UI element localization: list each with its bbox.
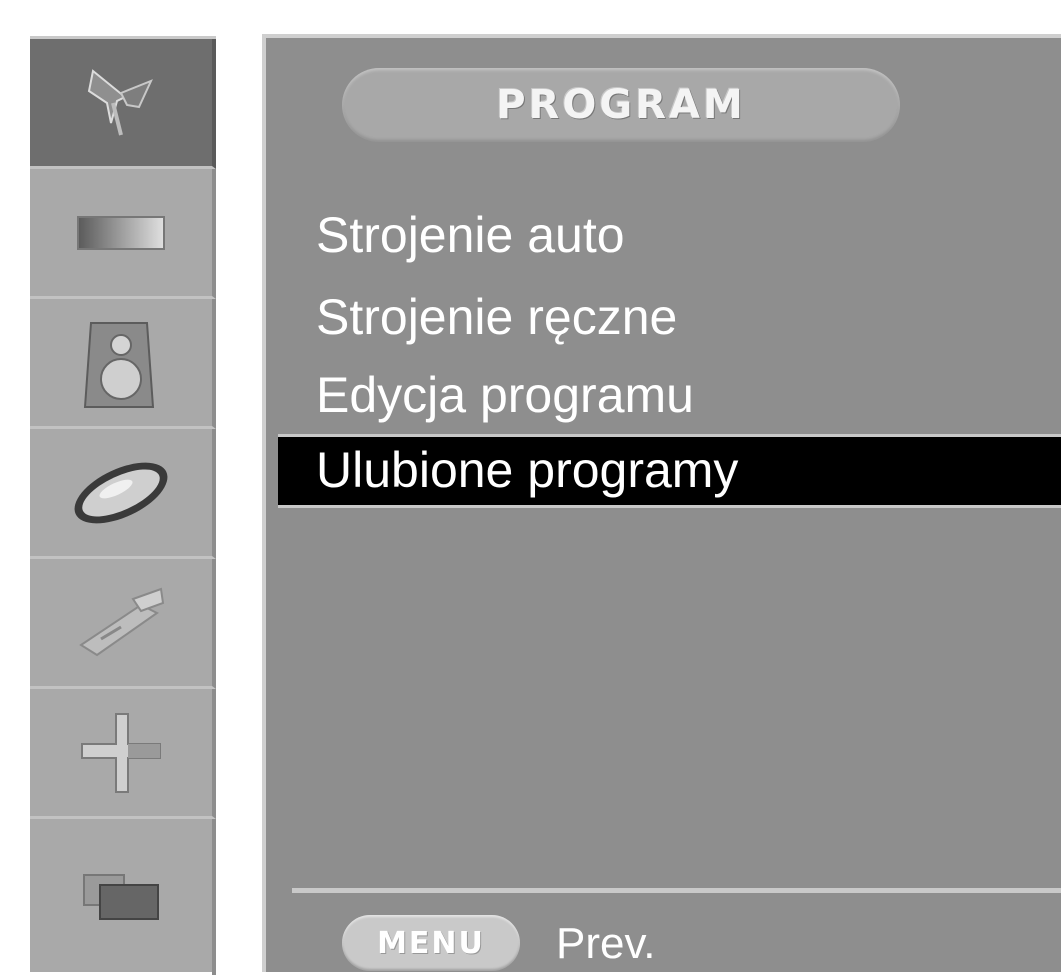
- sidebar-item-special[interactable]: [30, 559, 216, 689]
- sidebar-item-sound[interactable]: [30, 299, 216, 429]
- sidebar-item-screen[interactable]: [30, 819, 216, 975]
- menu-category-sidebar: [30, 36, 216, 975]
- menu-title: PROGRAM: [496, 82, 746, 128]
- menu-key-button[interactable]: MENU: [342, 915, 520, 971]
- prev-label: Prev.: [556, 919, 656, 968]
- sidebar-item-time[interactable]: [30, 429, 216, 559]
- sidebar-item-program[interactable]: [30, 39, 216, 169]
- screen-icon: [76, 867, 166, 927]
- menu-key-label: MENU: [377, 925, 485, 961]
- menu-item-auto-tuning[interactable]: Strojenie auto: [278, 198, 1061, 272]
- menu-item-program-edit[interactable]: Edycja programu: [278, 358, 1061, 432]
- clock-icon: [66, 453, 176, 533]
- footer-divider: [292, 888, 1061, 893]
- special-icon: [76, 708, 166, 798]
- menu-item-manual-tuning[interactable]: Strojenie ręczne: [278, 280, 1061, 354]
- speaker-icon: [81, 315, 161, 411]
- program-menu-panel: PROGRAM Strojenie auto Strojenie ręczne …: [262, 34, 1061, 972]
- menu-item-favorite-programs[interactable]: Ulubione programy: [278, 434, 1061, 508]
- antenna-icon: [81, 63, 161, 143]
- menu-title-pill: PROGRAM: [342, 68, 900, 142]
- sidebar-item-picture[interactable]: [30, 169, 216, 299]
- sidebar-item-setup[interactable]: [30, 689, 216, 819]
- lock-icon: [71, 583, 171, 663]
- picture-icon: [76, 213, 166, 253]
